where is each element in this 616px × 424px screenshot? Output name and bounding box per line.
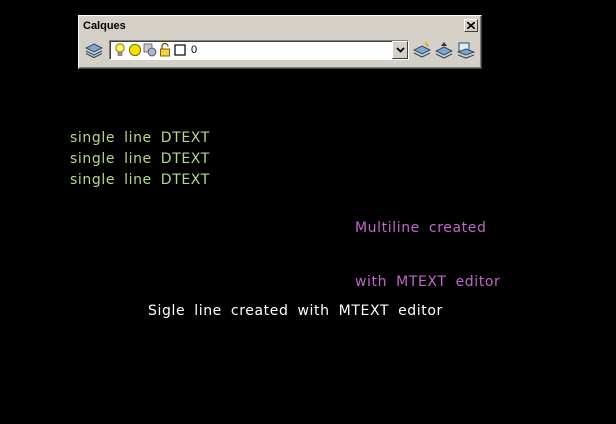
dtext-line-2[interactable]: single line DTEXT: [70, 150, 210, 168]
layers-toolbar: Calques 0: [78, 15, 482, 69]
layer-previous-button[interactable]: [433, 39, 455, 61]
layer-state-icons: [113, 43, 187, 57]
toolbar-row: 0: [83, 38, 477, 62]
sun-thaw-icon[interactable]: [128, 43, 142, 57]
layer-state-button[interactable]: [455, 39, 477, 61]
layer-state-icon: [457, 42, 475, 59]
chevron-down-icon: [395, 47, 405, 53]
mtext-multiline-line-1: Multiline created: [355, 220, 487, 236]
layer-control-dropdown[interactable]: 0: [109, 40, 409, 60]
layer-properties-manager-button[interactable]: [83, 39, 105, 61]
mtext-multiline-line-2: with MTEXT editor: [355, 274, 501, 290]
close-button[interactable]: [464, 19, 478, 32]
lightbulb-on-icon[interactable]: [113, 43, 127, 57]
color-swatch-icon[interactable]: [173, 43, 187, 57]
current-layer-name: 0: [191, 44, 198, 56]
layer-current-icon: [413, 41, 431, 58]
layers-icon: [85, 43, 103, 58]
dropdown-arrow-button[interactable]: [392, 41, 408, 59]
toolbar-title-bar[interactable]: Calques: [81, 18, 479, 34]
make-object-layer-current-button[interactable]: [411, 39, 433, 61]
mtext-single-line[interactable]: Sigle line created with MTEXT editor: [148, 302, 443, 320]
viewport-freeze-icon[interactable]: [143, 43, 157, 57]
toolbar-title: Calques: [83, 20, 126, 32]
close-icon: [467, 22, 475, 29]
dtext-line-1[interactable]: single line DTEXT: [70, 129, 210, 147]
mtext-multiline[interactable]: Multiline created with MTEXT editor: [355, 183, 500, 309]
padlock-icon[interactable]: [158, 43, 172, 57]
layer-previous-icon: [435, 42, 453, 59]
dtext-line-3[interactable]: single line DTEXT: [70, 171, 210, 189]
